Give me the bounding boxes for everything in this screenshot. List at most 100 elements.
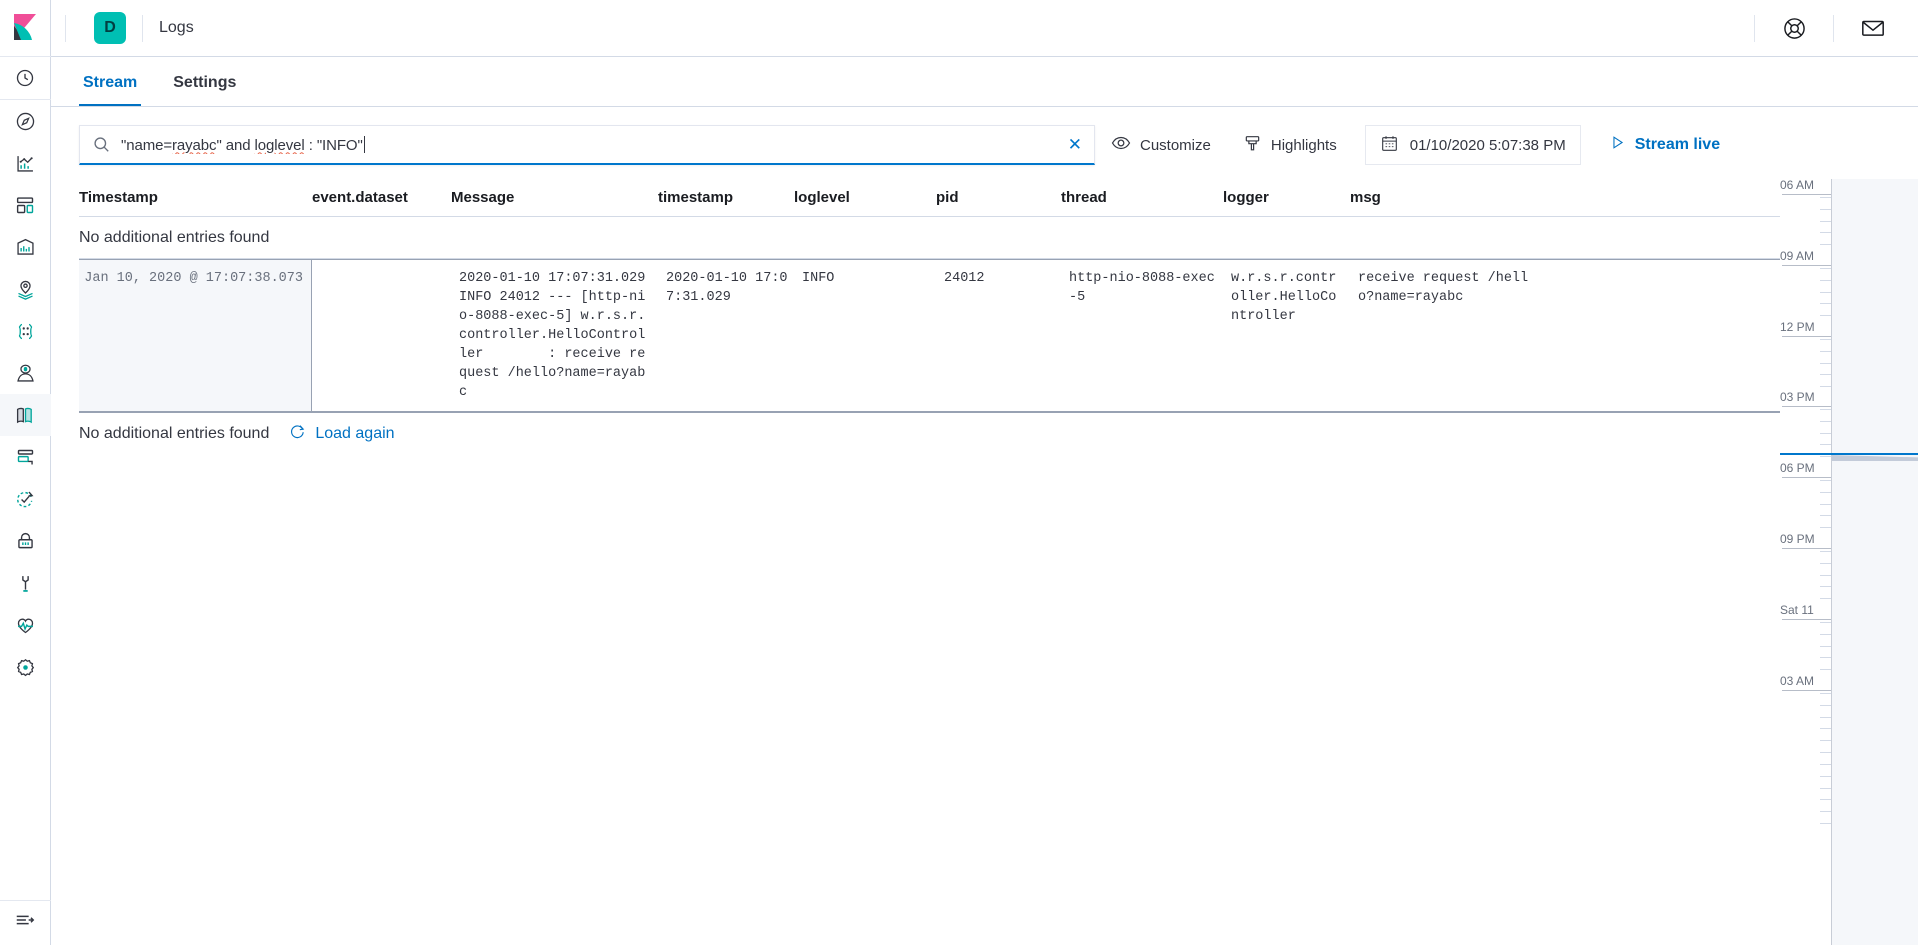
minimap-major-tick [1782,690,1831,691]
column-header-message[interactable]: Message [451,189,658,206]
sidebar-item-dev-tools[interactable] [0,562,51,604]
sidebar-item-visualize[interactable] [0,142,51,184]
sidebar-item-siem[interactable] [0,520,51,562]
minimap-minor-tick [1820,728,1831,730]
customize-button[interactable]: Customize [1095,125,1227,165]
minimap-minor-tick [1820,633,1831,635]
sidebar-item-logs[interactable] [0,394,51,436]
tab-stream[interactable]: Stream [79,74,142,106]
sidebar-recent-group [0,57,51,99]
page-tabs: Stream Settings [51,57,1918,107]
minimap-minor-tick [1820,550,1831,552]
cell-pid: 24012 [944,271,985,286]
minimap-minor-tick [1820,752,1831,753]
column-header-loglevel[interactable]: loglevel [794,189,936,206]
table-row[interactable]: Jan 10, 2020 @ 17:07:38.073 2020-01-10 1… [79,259,1780,412]
space-avatar[interactable]: D [94,12,126,44]
sidebar-item-management[interactable] [0,646,51,688]
minimap-minor-tick [1820,420,1831,422]
stream-live-button[interactable]: Stream live [1609,134,1720,156]
sidebar-item-discover[interactable] [0,100,51,142]
header-divider-4 [1833,14,1834,42]
sidebar-item-maps[interactable] [0,268,51,310]
sidebar-item-recently-viewed[interactable] [0,57,51,99]
refresh-icon [289,423,306,445]
minimap-minor-tick [1820,432,1831,434]
clear-cross-icon[interactable]: ✕ [1060,135,1082,155]
minimap-minor-tick [1820,763,1831,765]
bottom-status-text: No additional entries found [79,424,270,442]
date-range-value: 01/10/2020 5:07:38 PM [1409,136,1566,154]
minimap-minor-tick [1820,291,1831,293]
highlights-button[interactable]: Highlights [1227,125,1353,165]
minimap-minor-tick [1820,303,1831,305]
minimap-minor-tick [1820,244,1831,246]
top-status-row: No additional entries found [79,217,1780,259]
cell-timestamp-field: 2020-01-10 17:07:31.029 [666,271,788,305]
minimap-minor-tick [1820,479,1831,481]
minimap-minor-tick [1820,362,1831,364]
minimap-minor-tick [1820,503,1831,505]
minimap-minor-tick [1820,799,1831,801]
play-triangle-icon [1609,134,1626,156]
stream-live-label: Stream live [1634,136,1721,153]
sidebar-item-dashboard[interactable] [0,184,51,226]
column-header-event-dataset[interactable]: event.dataset [312,189,451,206]
log-stream-area: Timestamp event.dataset Message timestam… [51,179,1918,945]
minimap-tick-label: 12 PM [1780,320,1815,334]
column-header-timestamp-field[interactable]: timestamp [658,189,794,206]
minimap-minor-tick [1820,598,1831,600]
minimap-minor-tick [1820,527,1831,529]
minimap-minor-tick [1820,315,1831,317]
cell-logger: w.r.s.r.controller.HelloController [1231,271,1337,324]
sidebar-item-machine-learning[interactable] [0,310,51,352]
load-again-button[interactable]: Load again [289,423,395,445]
minimap-tick-label: 03 PM [1780,390,1815,404]
timeline-minimap[interactable]: 06 AM 09 AM 12 PM 03 PM 06 PM 09 PM Sat 11 03 A… [1780,179,1918,945]
sidebar-item-canvas[interactable] [0,226,51,268]
page-title: Logs [159,19,194,36]
sidebar-item-stack-monitoring[interactable] [0,604,51,646]
header-divider-2 [142,14,143,42]
brush-icon [1243,134,1262,157]
sidebar-item-uptime[interactable] [0,478,51,520]
column-header-logger[interactable]: logger [1223,189,1350,206]
envelope-icon[interactable] [1850,0,1896,57]
tab-settings[interactable]: Settings [169,74,240,106]
column-header-msg[interactable]: msg [1350,189,1540,206]
search-icon [92,135,111,154]
header-divider-1 [65,14,66,42]
minimap-minor-tick [1820,338,1831,340]
top-status-text: No additional entries found [79,228,270,246]
search-input[interactable]: "name=rayabc" and loglevel : "INFO" ✕ [79,125,1095,165]
search-query-text: "name=rayabc" and loglevel : "INFO" [121,135,365,154]
minimap-tick-label: 09 PM [1780,532,1815,546]
minimap-minor-tick [1820,692,1831,694]
minimap-minor-tick [1820,704,1831,706]
minimap-major-tick [1782,336,1831,337]
date-range-picker[interactable]: 01/10/2020 5:07:38 PM [1364,125,1581,165]
minimap-minor-tick [1820,586,1831,588]
minimap-tick-label: 09 AM [1780,249,1815,263]
minimap-minor-tick [1820,350,1831,352]
minimap-minor-tick [1820,716,1831,718]
minimap-minor-tick [1820,444,1831,446]
primary-navigation-sidebar [0,0,51,945]
minimap-minor-tick [1820,787,1831,789]
column-header-timestamp[interactable]: Timestamp [79,189,312,206]
minimap-major-tick [1782,194,1831,195]
minimap-minor-tick [1820,823,1831,824]
cell-event-dataset [312,260,451,411]
sidebar-item-apm[interactable] [0,352,51,394]
load-again-label: Load again [315,424,395,442]
header-actions [1738,0,1918,57]
minimap-minor-tick [1820,386,1831,388]
column-header-thread[interactable]: thread [1061,189,1223,206]
column-header-pid[interactable]: pid [936,189,1061,206]
kibana-logo[interactable] [0,0,51,57]
minimap-minor-tick [1820,740,1831,742]
lifebuoy-help-icon[interactable] [1771,0,1817,57]
sidebar-collapse-button[interactable] [0,900,51,945]
sidebar-item-metrics[interactable] [0,436,51,478]
minimap-minor-tick [1820,657,1831,659]
